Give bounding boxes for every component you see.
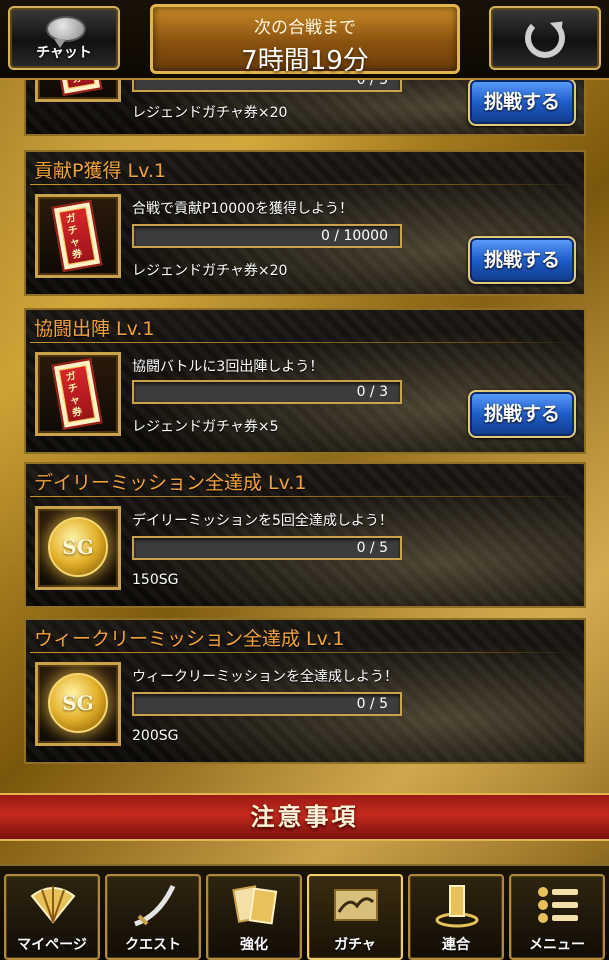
mission-title: ウィークリーミッション全達成 Lv.1 xyxy=(34,628,345,650)
chat-bubble-icon xyxy=(46,16,86,48)
challenge-button[interactable]: 挑戦する xyxy=(468,236,576,284)
mission-card: ウィークリーミッション全達成 Lv.1 SG ウィークリーミッションを全達成しよ… xyxy=(24,618,586,764)
reward-text: レジェンドガチャ券×20 xyxy=(132,105,288,121)
progress-bar: 0 / 5 xyxy=(132,536,402,560)
sword-icon xyxy=(134,884,176,927)
reward-text: 150SG xyxy=(132,572,179,588)
menu-icon xyxy=(538,887,578,923)
progress-text: 0 / 5 xyxy=(356,540,388,556)
progress-bar: 0 / 10000 xyxy=(132,224,402,248)
nav-enhance[interactable]: 強化 xyxy=(206,874,302,960)
banner-icon xyxy=(435,885,479,928)
challenge-button[interactable]: 挑戦する xyxy=(468,390,576,438)
reward-text: レジェンドガチャ券×20 xyxy=(132,263,288,279)
mission-description: ウィークリーミッションを全達成しよう！ xyxy=(132,669,398,685)
gacha-ticket-icon: ガチャ券 xyxy=(51,200,103,272)
scroll-icon xyxy=(334,889,378,921)
title-divider xyxy=(30,496,580,497)
bottom-nav: マイページ クエスト 強化 ガチャ 連合 メニュー xyxy=(0,864,609,960)
sg-coin-icon: SG xyxy=(48,517,108,577)
mission-description: 協闘バトルに3回出陣しよう！ xyxy=(132,359,324,375)
reward-text: 200SG xyxy=(132,728,179,744)
nav-label: マイページ xyxy=(17,937,87,953)
mission-title: デイリーミッション全達成 Lv.1 xyxy=(34,472,307,494)
title-divider xyxy=(30,342,580,343)
nav-label: 強化 xyxy=(240,937,268,953)
mission-card: 協闘出陣 Lv.1 ガチャ券 協闘バトルに3回出陣しよう！ 0 / 3 レジェン… xyxy=(24,308,586,454)
progress-text: 0 / 5 xyxy=(356,696,388,712)
nav-label: クエスト xyxy=(125,937,181,953)
top-bar: チャット 次の合戦まで 7時間19分 xyxy=(0,0,609,80)
timer-title: 次の合戦まで xyxy=(254,18,356,38)
sg-coin-icon: SG xyxy=(48,673,108,733)
mission-card: デイリーミッション全達成 Lv.1 SG デイリーミッションを5回全達成しよう！… xyxy=(24,462,586,608)
nav-quest[interactable]: クエスト xyxy=(105,874,201,960)
title-divider xyxy=(30,652,580,653)
mission-card: 貢献P獲得 Lv.1 ガチャ券 合戦で貢献P10000を獲得しよう！ 0 / 1… xyxy=(24,150,586,296)
challenge-button[interactable]: 挑戦する xyxy=(468,78,576,126)
nav-alliance[interactable]: 連合 xyxy=(408,874,504,960)
cards-icon xyxy=(232,885,278,925)
nav-label: メニュー xyxy=(529,937,585,953)
progress-bar: 0 / 3 xyxy=(132,380,402,404)
timer-value: 7時間19分 xyxy=(241,46,369,76)
battle-timer: 次の合戦まで 7時間19分 xyxy=(150,4,460,76)
chat-button[interactable]: チャット xyxy=(8,6,120,70)
reload-icon xyxy=(525,18,565,58)
nav-gacha[interactable]: ガチャ xyxy=(307,874,403,960)
nav-menu[interactable]: メニュー xyxy=(509,874,605,960)
nav-label: 連合 xyxy=(442,937,470,953)
reward-thumbnail: SG xyxy=(35,662,121,746)
title-divider xyxy=(30,184,580,185)
nav-label: ガチャ xyxy=(334,937,376,953)
mission-title: 貢献P獲得 Lv.1 xyxy=(34,160,166,182)
reward-thumbnail: SG xyxy=(35,506,121,590)
mission-description: 合戦で貢献P10000を獲得しよう！ xyxy=(132,201,353,217)
reload-button[interactable] xyxy=(489,6,601,70)
progress-text: 0 / 10000 xyxy=(320,228,388,244)
notice-header[interactable]: 注意事項 xyxy=(0,793,609,841)
progress-bar: 0 / 5 xyxy=(132,692,402,716)
mission-description: デイリーミッションを5回全達成しよう！ xyxy=(132,513,393,529)
fan-icon xyxy=(30,886,76,924)
gacha-ticket-icon: ガチャ券 xyxy=(51,358,103,430)
reward-thumbnail: ガチャ券 xyxy=(35,194,121,278)
progress-text: 0 / 3 xyxy=(356,384,388,400)
mission-title: 協闘出陣 Lv.1 xyxy=(34,318,155,340)
reward-thumbnail: ガチャ券 xyxy=(35,352,121,436)
reward-text: レジェンドガチャ券×5 xyxy=(132,419,279,435)
nav-mypage[interactable]: マイページ xyxy=(4,874,100,960)
chat-button-label: チャット xyxy=(36,45,92,61)
